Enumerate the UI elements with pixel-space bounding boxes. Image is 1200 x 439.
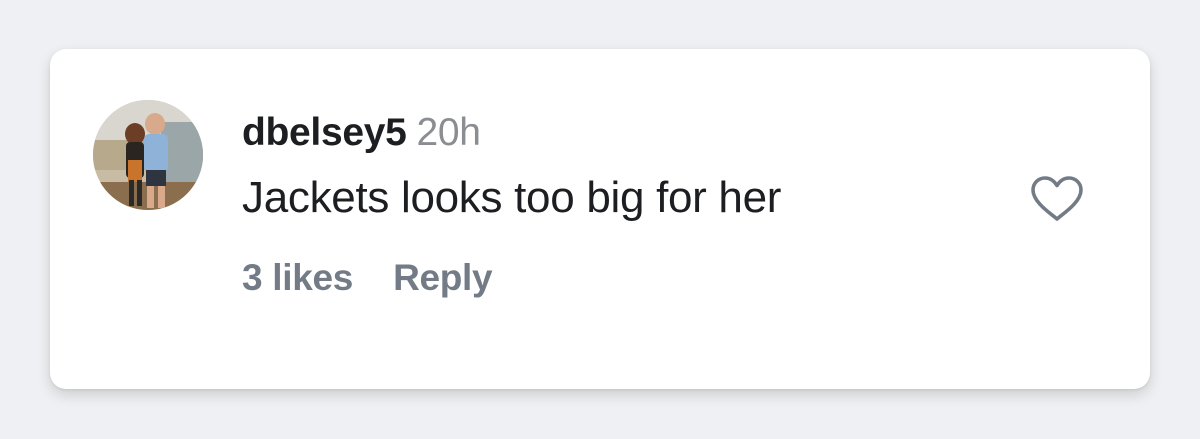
avatar[interactable] (93, 100, 203, 210)
username[interactable]: dbelsey5 (242, 111, 407, 154)
profile-photo (93, 100, 203, 210)
comment-card: dbelsey5 20h Jackets looks too big for he… (50, 49, 1150, 389)
comment-meta: dbelsey5 20h (242, 111, 481, 161)
like-button[interactable] (1030, 175, 1084, 223)
timestamp[interactable]: 20h (417, 111, 481, 154)
reply-button[interactable]: Reply (393, 257, 493, 298)
heart-outline-icon (1031, 176, 1083, 221)
comment-actions: 3 likes Reply (242, 257, 493, 299)
likes-count[interactable]: 3 likes (242, 257, 353, 298)
comment-text: Jackets looks too big for her (242, 173, 782, 222)
